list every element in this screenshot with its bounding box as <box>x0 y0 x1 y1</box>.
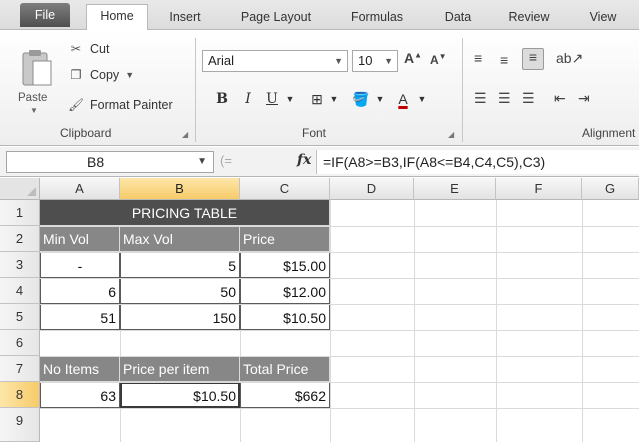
column-header-g[interactable]: G <box>582 178 639 200</box>
row-header-7[interactable]: 7 <box>0 356 40 382</box>
font-color-icon[interactable]: A <box>392 88 414 110</box>
copy-label: Copy <box>90 68 120 82</box>
font-launcher-icon[interactable]: ◢ <box>448 130 454 139</box>
column-header-c[interactable]: C <box>240 178 330 200</box>
align-top-icon[interactable]: ≡ <box>474 50 482 66</box>
format-painter-button[interactable]: 🖌 Format Painter <box>68 96 173 114</box>
tab-formulas[interactable]: Formulas <box>340 6 414 30</box>
alignment-group-label: Alignment <box>582 126 636 140</box>
increase-indent-icon[interactable]: ⇥ <box>578 90 590 107</box>
bold-icon[interactable]: B <box>212 88 232 110</box>
row-header-4[interactable]: 4 <box>0 278 40 304</box>
align-left-icon[interactable]: ☰ <box>474 90 487 107</box>
column-header-f[interactable]: F <box>496 178 582 200</box>
chevron-down-icon: ▼ <box>384 56 393 66</box>
borders-dropdown-icon[interactable]: ▼ <box>328 88 340 110</box>
font-color-dropdown-icon[interactable]: ▼ <box>416 88 428 110</box>
select-all-button[interactable] <box>0 178 40 200</box>
paintbrush-icon: 🖌 <box>68 98 84 112</box>
column-header-b[interactable]: B <box>120 178 240 200</box>
cut-label: Cut <box>90 42 110 56</box>
format-painter-label: Format Painter <box>90 98 173 112</box>
align-middle-icon[interactable]: ≡ <box>500 52 508 68</box>
font-group-label: Font <box>302 126 327 140</box>
tab-file[interactable]: File <box>20 3 70 27</box>
column-header-e[interactable]: E <box>414 178 496 200</box>
copy-button[interactable]: ❐ Copy ▼ <box>68 66 134 84</box>
tab-data[interactable]: Data <box>436 6 480 30</box>
copy-dropdown-icon[interactable]: ▼ <box>125 66 134 84</box>
tab-home[interactable]: Home <box>86 4 148 31</box>
group-divider <box>195 38 196 142</box>
underline-icon[interactable]: U <box>262 88 282 110</box>
align-center-icon[interactable]: ☰ <box>498 90 511 107</box>
formula-bar: B8 ▼ (= fx =IF(A8>=B3,IF(A8<=B4,C4,C5),C… <box>0 147 639 177</box>
row-header-5[interactable]: 5 <box>0 304 40 330</box>
align-right-icon[interactable]: ☰ <box>522 90 535 107</box>
underline-dropdown-icon[interactable]: ▼ <box>284 88 296 110</box>
row-header-8[interactable]: 8 <box>0 382 40 408</box>
shrink-font-icon[interactable]: A▼ <box>430 52 447 67</box>
row-header-6[interactable]: 6 <box>0 330 40 356</box>
paste-icon[interactable] <box>20 48 54 88</box>
clipboard-group-label: Clipboard <box>60 126 112 140</box>
cut-button[interactable]: ✂ Cut <box>68 40 110 58</box>
scissors-icon: ✂ <box>70 42 82 56</box>
paste-dropdown-icon[interactable]: ▼ <box>30 106 38 115</box>
column-header-a[interactable]: A <box>40 178 120 200</box>
ribbon: Paste ▼ ✂ Cut ❐ Copy ▼ 🖌 Format Painter … <box>0 30 639 146</box>
tab-view[interactable]: View <box>578 6 628 30</box>
copy-icon: ❐ <box>70 68 82 82</box>
tab-page-layout[interactable]: Page Layout <box>230 6 322 30</box>
orientation-icon[interactable]: ab↗ <box>556 50 583 67</box>
formula-input[interactable]: =IF(A8>=B3,IF(A8<=B4,C4,C5),C3) <box>316 150 639 174</box>
name-box[interactable]: B8 ▼ <box>6 151 214 173</box>
row-header-9[interactable]: 9 <box>0 408 40 442</box>
font-name-value: Arial <box>208 53 235 68</box>
grow-font-icon[interactable]: A▲ <box>404 50 422 66</box>
tab-review[interactable]: Review <box>500 6 558 30</box>
chevron-down-icon: ▼ <box>197 156 207 167</box>
column-header-d[interactable]: D <box>330 178 414 200</box>
align-bottom-icon[interactable]: ≡ <box>522 48 544 70</box>
italic-icon[interactable]: I <box>238 88 258 110</box>
paste-button[interactable]: Paste <box>18 92 47 104</box>
borders-icon[interactable]: ⊞ <box>306 88 328 110</box>
font-name-select[interactable]: Arial ▼ <box>202 50 348 72</box>
group-divider <box>462 38 463 142</box>
tab-insert[interactable]: Insert <box>160 6 210 30</box>
cancel-icon[interactable]: (= <box>220 153 232 168</box>
font-size-value: 10 <box>358 53 373 68</box>
ribbon-tab-bar: File Home Insert Page Layout Formulas Da… <box>0 0 639 31</box>
row-header-2[interactable]: 2 <box>0 226 40 252</box>
insert-function-icon[interactable]: fx <box>297 152 311 168</box>
row-header-3[interactable]: 3 <box>0 252 40 278</box>
empty-gridlines <box>40 200 639 442</box>
row-header-1[interactable]: 1 <box>0 200 40 226</box>
fill-color-icon[interactable]: 🪣 <box>350 88 372 110</box>
name-box-value: B8 <box>87 154 105 170</box>
font-size-select[interactable]: 10 ▼ <box>352 50 398 72</box>
worksheet-grid: A B C D E F G 1 2 3 4 5 6 7 8 9 PRICING … <box>0 178 639 442</box>
decrease-indent-icon[interactable]: ⇤ <box>554 90 566 107</box>
fill-color-dropdown-icon[interactable]: ▼ <box>374 88 386 110</box>
clipboard-launcher-icon[interactable]: ◢ <box>182 130 188 139</box>
chevron-down-icon: ▼ <box>334 56 343 66</box>
